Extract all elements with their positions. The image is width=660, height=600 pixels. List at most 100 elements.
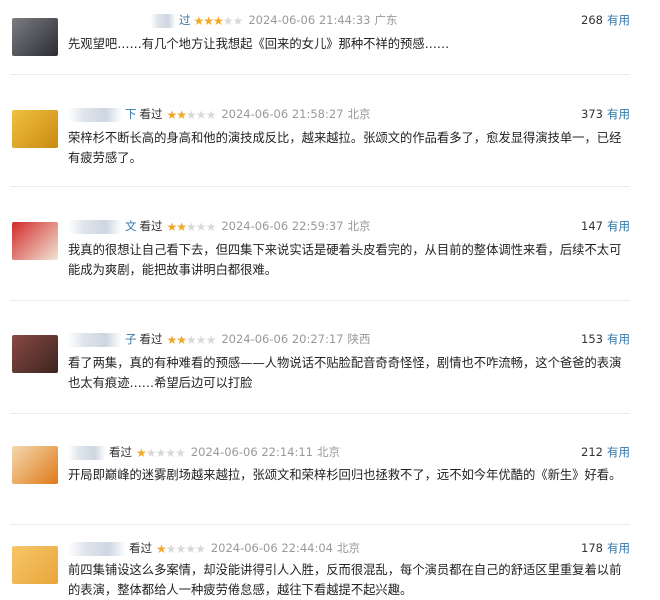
username-link[interactable]: 子 <box>125 332 137 346</box>
review-divider <box>10 74 630 75</box>
review-meta: 文看过 ★★★★★ 2024-06-06 22:59:37 北京 <box>68 218 370 238</box>
star-empty-icon: ★ <box>175 445 186 460</box>
watched-label: 看过 <box>139 219 163 233</box>
useful-button[interactable]: 有用 <box>607 13 630 27</box>
star-filled-icon: ★ <box>166 219 178 234</box>
review-location: 北京 <box>347 219 371 233</box>
review-content: 开局即巅峰的迷雾剧场越来越拉，张颂文和荣梓杉回归也拯救不了，远不如今年优酷的《新… <box>68 468 622 482</box>
star-filled-icon: ★ <box>136 445 147 460</box>
star-filled-icon: ★ <box>203 13 214 28</box>
review-meta: 子看过 ★★★★★ 2024-06-06 20:27:17 陕西 <box>68 331 370 351</box>
star-empty-icon: ★ <box>186 332 197 347</box>
review-meta: 下看过 ★★★★★ 2024-06-06 21:58:27 北京 <box>68 106 370 126</box>
star-empty-icon: ★ <box>205 219 217 234</box>
useful-button[interactable]: 有用 <box>607 219 630 233</box>
vote-area: 268 有用 <box>581 12 630 28</box>
review-location: 北京 <box>316 445 340 459</box>
review-content: 我真的很想让自己看下去，但四集下来说实话是硬着头皮看完的，从目前的整体调性来看，… <box>68 243 622 277</box>
watched-label: 看过 <box>139 107 163 121</box>
review-location: 北京 <box>336 541 360 555</box>
star-empty-icon: ★ <box>205 107 217 122</box>
watched-label: 看过 <box>129 541 152 555</box>
review-divider <box>10 524 630 525</box>
watched-label: 看过 <box>109 445 132 459</box>
username-redacted <box>150 13 176 28</box>
star-empty-icon: ★ <box>145 445 157 460</box>
rating-stars: ★★★★★ <box>193 13 244 28</box>
rating-stars: ★★★★★ <box>136 445 186 460</box>
vote-area: 212 有用 <box>581 444 630 460</box>
vote-count: 373 <box>581 107 603 121</box>
avatar[interactable] <box>12 110 58 148</box>
star-empty-icon: ★ <box>205 332 217 347</box>
review-divider <box>10 300 630 301</box>
avatar[interactable] <box>12 18 58 56</box>
vote-count: 178 <box>581 541 603 555</box>
star-filled-icon: ★ <box>166 107 178 122</box>
review-time: 2024-06-06 22:44:04 <box>210 541 333 555</box>
star-empty-icon: ★ <box>195 541 206 556</box>
review-location: 北京 <box>347 107 371 121</box>
review-location: 陕西 <box>347 332 371 346</box>
star-empty-icon: ★ <box>195 219 207 234</box>
review-time: 2024-06-06 21:58:27 <box>221 107 344 121</box>
review-time: 2024-06-06 21:44:33 <box>248 13 371 27</box>
vote-area: 147 有用 <box>581 218 630 234</box>
star-filled-icon: ★ <box>156 541 167 556</box>
star-filled-icon: ★ <box>176 219 187 234</box>
star-filled-icon: ★ <box>193 13 205 28</box>
avatar[interactable] <box>12 222 58 260</box>
rating-stars: ★★★★★ <box>156 541 206 556</box>
useful-button[interactable]: 有用 <box>607 541 630 555</box>
username-redacted <box>68 332 122 347</box>
star-empty-icon: ★ <box>185 541 196 556</box>
username-link[interactable]: 过 <box>179 13 191 27</box>
star-empty-icon: ★ <box>175 541 187 556</box>
avatar[interactable] <box>12 335 58 373</box>
review-location: 广东 <box>374 13 398 27</box>
review-time: 2024-06-06 20:27:17 <box>221 332 344 346</box>
star-empty-icon: ★ <box>222 13 234 28</box>
username-redacted <box>68 219 122 234</box>
review-divider <box>10 413 630 414</box>
review-divider <box>10 186 630 187</box>
vote-area: 178 有用 <box>581 540 630 556</box>
star-empty-icon: ★ <box>195 107 207 122</box>
star-empty-icon: ★ <box>186 107 197 122</box>
review-meta: 看过 ★★★★★ 2024-06-06 22:44:04 北京 <box>68 540 360 560</box>
star-empty-icon: ★ <box>155 445 167 460</box>
vote-area: 153 有用 <box>581 331 630 347</box>
watched-label: 看过 <box>139 332 163 346</box>
star-filled-icon: ★ <box>213 13 224 28</box>
rating-stars: ★★★★★ <box>166 219 217 234</box>
username-redacted <box>68 445 106 460</box>
rating-stars: ★★★★★ <box>166 107 217 122</box>
username-link[interactable]: 文 <box>125 219 137 233</box>
useful-button[interactable]: 有用 <box>607 445 630 459</box>
star-filled-icon: ★ <box>176 107 187 122</box>
star-filled-icon: ★ <box>166 332 178 347</box>
username-link[interactable]: 下 <box>125 107 137 121</box>
star-filled-icon: ★ <box>176 332 187 347</box>
username-redacted <box>68 107 122 122</box>
vote-area: 373 有用 <box>581 106 630 122</box>
star-empty-icon: ★ <box>165 445 176 460</box>
review-content: 荣梓杉不断长高的身高和他的演技成反比，越来越拉。张颂文的作品看多了，愈发显得演技… <box>68 131 622 165</box>
username-redacted <box>68 541 126 556</box>
avatar[interactable] <box>12 546 58 584</box>
review-content: 先观望吧……有几个地方让我想起《回来的女儿》那种不祥的预感…… <box>68 37 450 51</box>
review-content: 看了两集，真的有种难看的预感——人物说话不贴脸配音奇奇怪怪，剧情也不咋流畅，这个… <box>68 356 622 390</box>
vote-count: 268 <box>581 13 603 27</box>
rating-stars: ★★★★★ <box>166 332 217 347</box>
review-time: 2024-06-06 22:59:37 <box>221 219 344 233</box>
star-empty-icon: ★ <box>186 219 197 234</box>
useful-button[interactable]: 有用 <box>607 107 630 121</box>
vote-count: 147 <box>581 219 603 233</box>
avatar[interactable] <box>12 446 58 484</box>
vote-count: 212 <box>581 445 603 459</box>
star-empty-icon: ★ <box>165 541 177 556</box>
review-time: 2024-06-06 22:14:11 <box>190 445 313 459</box>
star-empty-icon: ★ <box>195 332 207 347</box>
review-meta: 过 ★★★★★ 2024-06-06 21:44:33 广东 <box>150 12 397 32</box>
useful-button[interactable]: 有用 <box>607 332 630 346</box>
